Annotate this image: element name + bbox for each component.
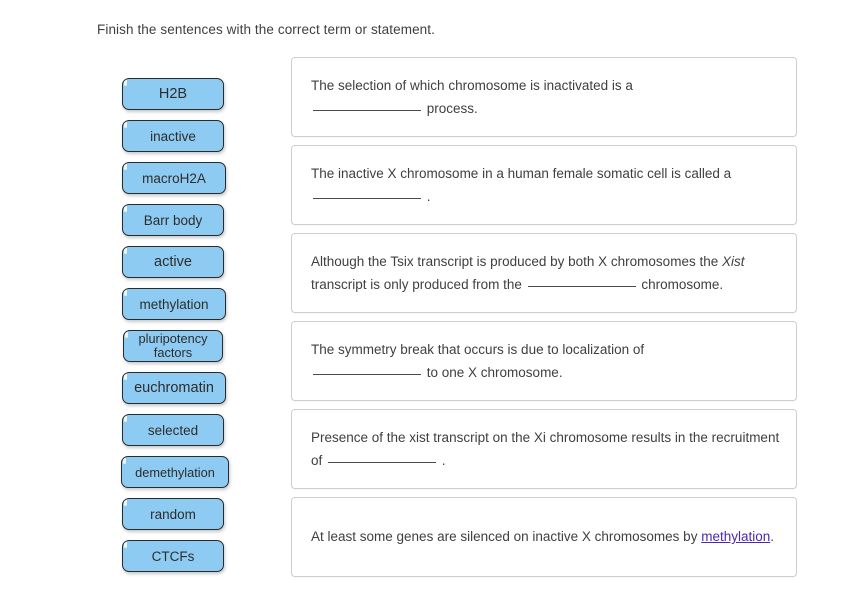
answer-dropzone[interactable] <box>313 185 421 199</box>
answer-dropzone[interactable] <box>313 361 421 375</box>
term-chip-label: active <box>154 253 192 270</box>
term-chip[interactable]: active <box>122 246 224 278</box>
answer-panel[interactable]: Although the Tsix transcript is produced… <box>291 233 797 313</box>
answer-panel[interactable]: At least some genes are silenced on inac… <box>291 497 797 577</box>
answer-panel-list: The selection of which chromosome is ina… <box>291 57 797 585</box>
answer-dropzone[interactable] <box>313 97 421 111</box>
answer-panel[interactable]: The inactive X chromosome in a human fem… <box>291 145 797 225</box>
term-chip[interactable]: pluripotency factors <box>123 330 223 362</box>
term-chip[interactable]: random <box>122 498 224 530</box>
term-chip-label: demethylation <box>135 464 215 480</box>
sentence-fragment: process. <box>423 100 478 116</box>
sentence-fragment: chromosome. <box>637 276 724 292</box>
term-chip[interactable]: H2B <box>122 78 224 110</box>
term-chip[interactable]: CTCFs <box>122 540 224 572</box>
answer-panel-text: At least some genes are silenced on inac… <box>311 526 774 548</box>
sentence-fragment: transcript is only produced from the <box>311 276 526 292</box>
answer-dropzone[interactable] <box>527 273 636 287</box>
term-chip-label: methylation <box>139 296 209 312</box>
term-chip[interactable]: demethylation <box>121 456 229 488</box>
term-chip-label: inactive <box>150 128 196 144</box>
term-chip[interactable]: Barr body <box>122 204 224 236</box>
sentence-fragment: . <box>438 452 446 468</box>
term-chip-label: pluripotency factors <box>138 331 208 360</box>
sentence-fragment: At least some genes are silenced on inac… <box>311 529 702 544</box>
sentence-fragment: The inactive X chromosome in a human fem… <box>311 165 732 181</box>
answer-panel-text: The inactive X chromosome in a human fem… <box>311 163 782 208</box>
filled-answer[interactable]: methylation <box>701 529 770 544</box>
term-chip-label: Barr body <box>143 212 203 228</box>
sentence-fragment: . <box>770 529 775 544</box>
answer-panel-text: The selection of which chromosome is ina… <box>311 75 633 120</box>
term-chip[interactable]: macroH2A <box>122 162 226 194</box>
term-chip[interactable]: euchromatin <box>122 372 226 404</box>
answer-panel[interactable]: The symmetry break that occurs is due to… <box>291 321 797 401</box>
term-chip-label: H2B <box>158 85 188 102</box>
term-chip-label: selected <box>147 422 199 438</box>
sentence-fragment: . <box>423 188 431 204</box>
answer-panel[interactable]: Presence of the xist transcript on the X… <box>291 409 797 489</box>
sentence-fragment: The symmetry break that occurs is due to… <box>311 341 645 357</box>
sentence-fragment: to one X chromosome. <box>423 364 563 380</box>
term-chip-label: CTCFs <box>151 548 195 564</box>
answer-panel[interactable]: The selection of which chromosome is ina… <box>291 57 797 137</box>
gene-name-italic: Xist <box>721 253 745 269</box>
term-chip[interactable]: selected <box>122 414 224 446</box>
sentence-fragment: Although the Tsix transcript is produced… <box>311 253 722 269</box>
answer-panel-text: Presence of the xist transcript on the X… <box>311 427 782 472</box>
term-chip-label: macroH2A <box>142 170 206 186</box>
exercise-page: Finish the sentences with the correct te… <box>0 0 852 599</box>
sentence-fragment: The selection of which chromosome is ina… <box>311 77 633 93</box>
term-bank: H2B inactive macroH2A Barr body active methyl… <box>121 78 252 582</box>
instruction-text: Finish the sentences with the correct te… <box>97 22 435 37</box>
term-chip[interactable]: methylation <box>122 288 226 320</box>
term-chip-label: euchromatin <box>134 379 214 396</box>
answer-dropzone[interactable] <box>328 449 437 463</box>
term-chip-label: random <box>150 506 196 522</box>
answer-panel-text: The symmetry break that occurs is due to… <box>311 339 644 384</box>
answer-panel-text: Although the Tsix transcript is produced… <box>311 251 782 296</box>
term-chip[interactable]: inactive <box>122 120 224 152</box>
